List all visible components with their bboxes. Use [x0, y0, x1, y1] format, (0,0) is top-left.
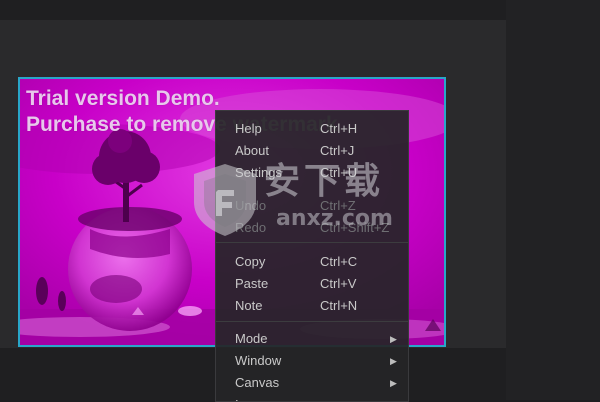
menu-item-shortcut: Ctrl+C [320, 254, 358, 269]
menu-item-label: Copy [235, 254, 266, 269]
menu-item-image[interactable]: Image ▶ [216, 394, 408, 401]
menu-item-copy[interactable]: Copy Ctrl+C [216, 251, 408, 273]
menu-item-note[interactable]: Note Ctrl+N [216, 295, 408, 317]
menu-item-redo: Redo Ctrl+Shift+Z [216, 217, 408, 239]
menu-item-label: Undo [235, 198, 267, 213]
menu-item-label: Paste [235, 276, 269, 291]
menu-item-label: Note [235, 298, 263, 313]
menu-item-label: Help [235, 121, 262, 136]
menu-item-help[interactable]: Help Ctrl+H [216, 118, 408, 140]
menu-item-shortcut: Ctrl+H [320, 121, 358, 136]
menu-item-undo: Undo Ctrl+Z [216, 195, 408, 217]
menu-item-label: About [235, 143, 269, 158]
menu-item-shortcut: Ctrl+U [320, 165, 358, 180]
menu-separator [216, 242, 408, 243]
menu-separator [216, 321, 408, 322]
trial-watermark-line-1: Trial version Demo. [26, 87, 220, 110]
menu-item-label: Image [235, 394, 271, 401]
menu-item-label: Redo [235, 220, 267, 235]
chevron-right-icon: ▶ [390, 334, 397, 344]
chevron-right-icon: ▶ [390, 378, 397, 388]
right-panel [506, 0, 600, 400]
menu-item-shortcut: Ctrl+Shift+Z [320, 220, 390, 235]
menu-item-shortcut: Ctrl+Z [320, 198, 356, 213]
menu-item-paste[interactable]: Paste Ctrl+V [216, 273, 408, 295]
menu-item-shortcut: Ctrl+J [320, 143, 355, 158]
menu-item-window[interactable]: Window ▶ [216, 350, 408, 372]
menu-item-label: Settings [235, 165, 282, 180]
menu-item-settings[interactable]: Settings Ctrl+U [216, 162, 408, 184]
menu-item-label: Mode [235, 331, 268, 346]
menu-item-shortcut: Ctrl+N [320, 298, 358, 313]
context-menu: Help Ctrl+H About Ctrl+J Settings Ctrl+U… [215, 110, 409, 402]
chevron-right-icon: ▶ [390, 356, 397, 366]
menu-item-about[interactable]: About Ctrl+J [216, 140, 408, 162]
menu-item-mode[interactable]: Mode ▶ [216, 328, 408, 350]
menu-item-shortcut: Ctrl+V [320, 276, 357, 291]
menu-item-label: Window [235, 353, 282, 368]
menu-item-canvas[interactable]: Canvas ▶ [216, 372, 408, 394]
chevron-right-icon: ▶ [390, 394, 397, 401]
menu-item-label: Canvas [235, 375, 280, 390]
